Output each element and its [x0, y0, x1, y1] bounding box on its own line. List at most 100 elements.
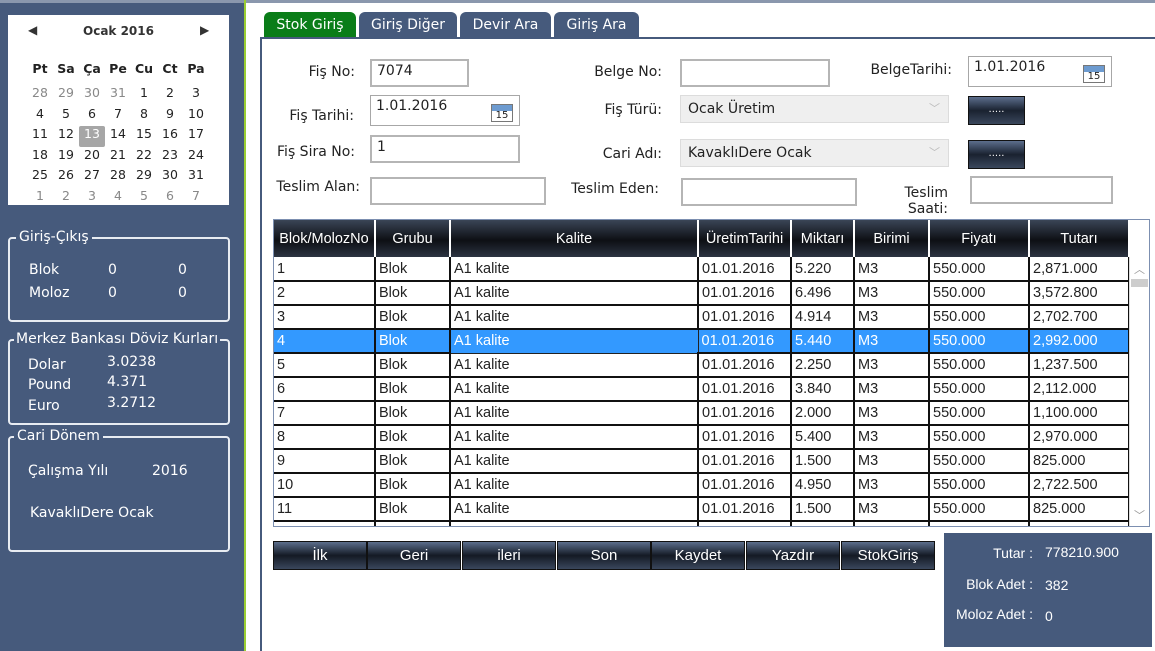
calendar-day[interactable]: 23	[157, 147, 183, 168]
nav-button-4[interactable]: Kaydet	[651, 541, 745, 570]
table-row[interactable]: 4 Blok A1 kalite 01.01.2016 5.440 M3 550.000 2,…	[274, 328, 1130, 354]
table-cell[interactable]: 01.01.2016	[698, 401, 792, 426]
nav-button-1[interactable]: Geri	[367, 541, 461, 570]
calendar-title[interactable]: Ocak 2016	[8, 24, 229, 38]
table-cell[interactable]: M3	[854, 305, 930, 330]
table-cell[interactable]: Blok	[375, 257, 451, 282]
tab-stok-giris[interactable]: Stok Giriş	[264, 12, 356, 38]
table-cell[interactable]: A1 kalite	[450, 473, 699, 498]
belge-no-input[interactable]	[680, 59, 830, 87]
teslim-saati-input[interactable]	[970, 176, 1113, 204]
calendar-day[interactable]: 7	[105, 106, 131, 127]
table-cell[interactable]: 2.000	[791, 401, 855, 426]
table-row[interactable]: 10 Blok A1 kalite 01.01.2016 4.950 M3 550.000 2…	[274, 473, 1130, 498]
table-cell[interactable]: A1 kalite	[450, 401, 699, 426]
calendar-day[interactable]: 9	[157, 106, 183, 127]
calendar-day[interactable]: 29	[53, 85, 79, 106]
table-cell[interactable]: 1,237.500	[1029, 353, 1130, 378]
table-cell[interactable]: 7	[274, 401, 376, 426]
calendar-day[interactable]: 2	[157, 85, 183, 106]
table-cell[interactable]: 550.000	[929, 377, 1030, 402]
table-cell[interactable]: 01.01.2016	[698, 449, 792, 474]
table-row[interactable]: 1 Blok A1 kalite 01.01.2016 5.220 M3 550.000 2,…	[274, 257, 1130, 282]
calendar-day[interactable]: 14	[105, 126, 131, 147]
calendar-day[interactable]: 28	[27, 85, 53, 106]
table-row[interactable]: 6 Blok A1 kalite 01.01.2016 3.840 M3 550.000 2,…	[274, 377, 1130, 402]
calendar-day[interactable]: 27	[79, 167, 105, 188]
column-header[interactable]: Kalite	[450, 220, 699, 257]
nav-button-5[interactable]: Yazdır	[746, 541, 840, 570]
table-cell[interactable]: 01.01.2016	[698, 377, 792, 402]
tab-giris-ara[interactable]: Giriş Ara	[554, 12, 639, 38]
table-cell[interactable]: 550.000	[929, 305, 1030, 330]
calendar-day[interactable]: 6	[79, 106, 105, 127]
table-cell[interactable]: 5.440	[791, 329, 855, 354]
calendar-icon[interactable]: 15	[491, 104, 513, 122]
teslim-alan-input[interactable]	[370, 177, 546, 205]
calendar-day[interactable]: 1	[131, 85, 157, 106]
table-cell[interactable]: Blok	[375, 521, 451, 526]
table-cell[interactable]: 1,100.000	[1029, 401, 1130, 426]
calendar-day[interactable]: 5	[131, 188, 157, 209]
calendar-day[interactable]: 21	[105, 147, 131, 168]
calendar-day[interactable]: 10	[183, 106, 209, 127]
table-cell[interactable]: 550.000	[929, 281, 1030, 306]
calendar-day[interactable]: 25	[27, 167, 53, 188]
calendar-day[interactable]: 29	[131, 167, 157, 188]
table-cell[interactable]: M3	[854, 257, 930, 282]
table-cell[interactable]: A1 kalite	[450, 425, 699, 450]
column-header[interactable]: Tutarı	[1029, 220, 1130, 257]
table-cell[interactable]: Blok	[375, 449, 451, 474]
table-cell[interactable]: A1 kalite	[450, 281, 699, 306]
table-cell[interactable]: 6	[274, 377, 376, 402]
cari-adi-select[interactable]: KavaklıDere Ocak ﹀	[680, 139, 949, 167]
table-cell[interactable]: A1 kalite	[449, 328, 699, 354]
table-cell[interactable]: 11	[274, 497, 376, 522]
table-cell[interactable]: 1	[274, 257, 376, 282]
table-cell[interactable]: Blok	[375, 353, 451, 378]
scroll-down-icon[interactable]: ﹀	[1130, 507, 1149, 523]
fis-tarihi-datepicker[interactable]: 1.01.2016 15	[370, 95, 520, 126]
table-cell[interactable]: A1 kalite	[450, 521, 699, 526]
table-cell[interactable]: 1.500	[791, 521, 855, 526]
calendar-day[interactable]: 7	[183, 188, 209, 209]
nav-button-3[interactable]: Son	[557, 541, 651, 570]
table-cell[interactable]: 1.500	[791, 497, 855, 522]
calendar-day[interactable]: 31	[105, 85, 131, 106]
table-row[interactable]: 5 Blok A1 kalite 01.01.2016 2.250 M3 550.000 1,…	[274, 353, 1130, 378]
table-cell[interactable]: A1 kalite	[450, 377, 699, 402]
table-cell[interactable]: 3.840	[791, 377, 855, 402]
calendar-day[interactable]: 18	[27, 147, 53, 168]
table-cell[interactable]: 8	[274, 425, 376, 450]
calendar-day[interactable]: 30	[157, 167, 183, 188]
calendar-day[interactable]: 31	[183, 167, 209, 188]
table-cell[interactable]: 550.000	[929, 257, 1030, 282]
table-cell[interactable]: 3,572.800	[1029, 281, 1130, 306]
calendar-day[interactable]: 12	[53, 126, 79, 147]
table-cell[interactable]: M3	[854, 353, 930, 378]
table-cell[interactable]: 01.01.2016	[698, 353, 792, 378]
calendar-day[interactable]: 2	[53, 188, 79, 209]
scroll-up-icon[interactable]: ︿	[1130, 261, 1149, 277]
table-cell[interactable]: 550.000	[929, 449, 1030, 474]
table-cell[interactable]: 550.000	[929, 473, 1030, 498]
nav-button-6[interactable]: StokGiriş	[841, 541, 935, 570]
column-header[interactable]: Birimi	[854, 220, 930, 257]
column-header[interactable]: ÜretimTarihi	[698, 220, 792, 257]
column-header[interactable]: Grubu	[375, 220, 451, 257]
tab-giris-diger[interactable]: Giriş Diğer	[359, 12, 457, 38]
table-cell[interactable]: 1.500	[791, 449, 855, 474]
fis-sira-input[interactable]: 1	[370, 135, 520, 163]
table-cell[interactable]: 550.000	[929, 497, 1030, 522]
table-cell[interactable]: 3	[274, 305, 376, 330]
fis-turu-browse-button[interactable]: .....	[968, 96, 1025, 125]
table-cell[interactable]: 12	[274, 521, 376, 526]
table-cell[interactable]: 2	[274, 281, 376, 306]
calendar-day[interactable]: 20	[79, 147, 105, 168]
column-header[interactable]: Miktarı	[791, 220, 855, 257]
table-cell[interactable]: M3	[854, 377, 930, 402]
table-cell[interactable]: 01.01.2016	[698, 425, 792, 450]
table-cell[interactable]: M3	[854, 449, 930, 474]
table-cell[interactable]: 550.000	[929, 401, 1030, 426]
table-cell[interactable]: Blok	[375, 377, 451, 402]
